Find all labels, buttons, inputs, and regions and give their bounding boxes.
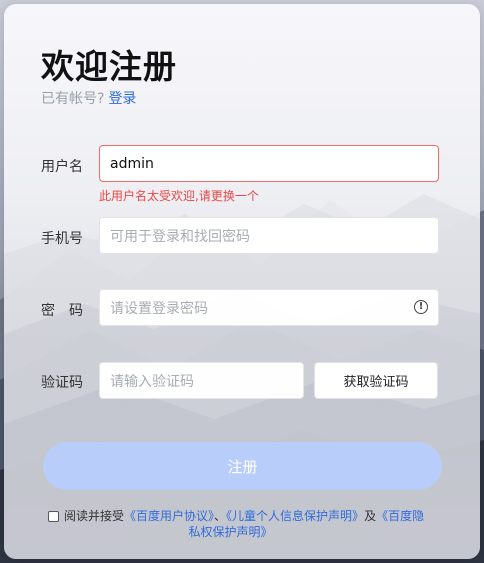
privacy-policy-link-part2[interactable]: 私权保护声明》 [188,525,272,539]
has-account-text: 已有帐号? [41,91,105,107]
register-card: 欢迎注册 已有帐号? 登录 用户名 admin 此用户名太受欢迎,请更换一个 手机… [4,4,480,559]
username-label: 用户名 [41,159,83,175]
code-label: 验证码 [41,375,83,391]
phone-placeholder: 可用于登录和找回密码 [110,228,250,245]
agree-prefix: 阅读并接受 [64,509,125,523]
code-input[interactable]: 请输入验证码 [99,362,304,399]
has-account-line: 已有帐号? 登录 [41,88,136,108]
username-value: admin [110,155,154,172]
password-label: 密 码 [41,303,83,319]
get-code-button[interactable]: 获取验证码 [314,362,438,399]
agree-conj: 及 [364,509,377,523]
password-input[interactable]: 请设置登录密码 ! [99,289,439,326]
privacy-policy-link-part1[interactable]: 《百度隐 [376,509,424,523]
info-icon[interactable]: ! [414,300,428,314]
phone-input[interactable]: 可用于登录和找回密码 [99,217,439,254]
login-link[interactable]: 登录 [108,91,136,107]
username-error: 此用户名太受欢迎,请更换一个 [99,189,259,203]
code-placeholder: 请输入验证码 [110,373,194,390]
child-privacy-link[interactable]: 《儿童个人信息保护声明》 [226,509,364,523]
phone-label: 手机号 [41,231,83,247]
password-placeholder: 请设置登录密码 [110,300,208,317]
agreement-line: 阅读并接受《百度用户协议》、《儿童个人信息保护声明》及《百度隐 私权保护声明》 [48,508,443,540]
page-title: 欢迎注册 [41,47,177,86]
register-button[interactable]: 注册 [43,442,442,490]
username-input[interactable]: admin [99,145,439,182]
agree-checkbox[interactable] [48,511,59,522]
agree-sep: 、 [214,509,227,523]
user-agreement-link[interactable]: 《百度用户协议》 [124,509,214,523]
